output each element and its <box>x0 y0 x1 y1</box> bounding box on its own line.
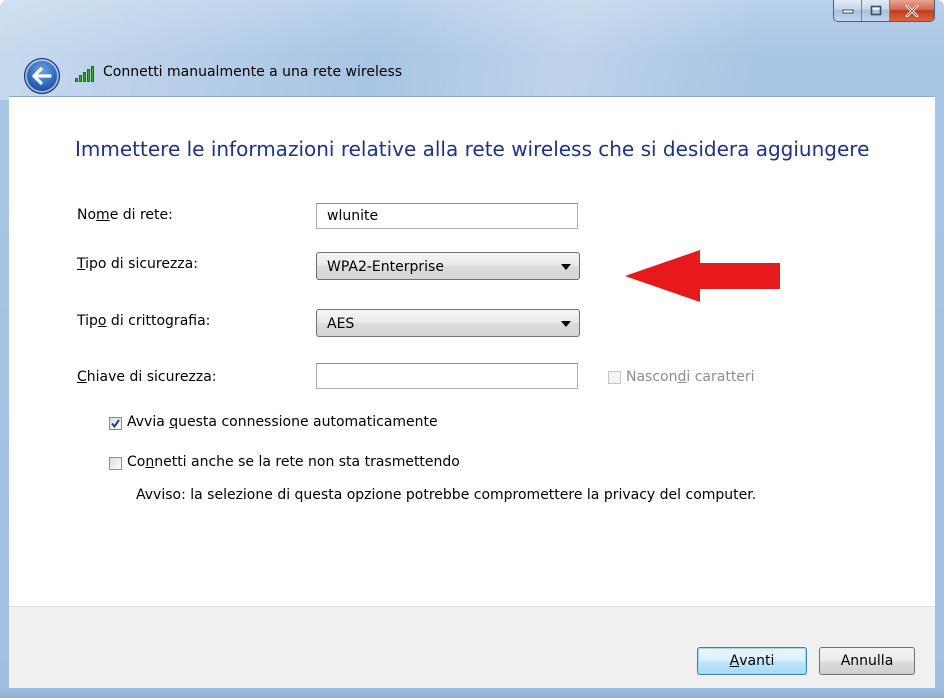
encryption-type-value: AES <box>327 316 355 332</box>
dropdown-arrow-icon <box>561 264 571 270</box>
window-bottom-border <box>0 688 944 698</box>
dialog-content: Immettere le informazioni relative alla … <box>9 96 935 607</box>
hide-characters-checkbox[interactable] <box>608 371 621 384</box>
window-title: Connetti manualmente a una rete wireless <box>103 64 403 80</box>
network-name-input[interactable]: wlunite <box>316 203 578 229</box>
security-key-label: Chiave di sicurezza: <box>77 369 217 385</box>
dialog-footer: Avanti Annulla <box>9 606 935 689</box>
security-type-select[interactable]: WPA2-Enterprise <box>316 252 580 280</box>
back-arrow-icon <box>32 67 52 85</box>
page-heading: Immettere le informazioni relative alla … <box>75 137 870 161</box>
cancel-button[interactable]: Annulla <box>819 647 915 675</box>
back-button[interactable] <box>24 58 60 94</box>
security-type-label: Tipo di sicurezza: <box>77 256 198 272</box>
connect-hidden-checkbox[interactable] <box>109 457 122 470</box>
privacy-warning-text: Avviso: la selezione di questa opzione p… <box>136 487 757 503</box>
encryption-type-label: Tipo di crittografia: <box>77 313 211 329</box>
caption-buttons <box>833 0 935 22</box>
red-arrow-annotation <box>625 250 780 302</box>
maximize-button[interactable] <box>862 0 890 21</box>
network-name-label: Nome di rete: <box>77 207 173 223</box>
title-bar: Connetti manualmente a una rete wireless <box>0 0 944 95</box>
wireless-network-icon <box>75 64 97 82</box>
security-key-input[interactable] <box>316 363 578 389</box>
minimize-button[interactable] <box>834 0 862 21</box>
maximize-icon <box>870 5 881 16</box>
security-type-value: WPA2-Enterprise <box>327 259 444 275</box>
encryption-type-select[interactable]: AES <box>316 309 580 337</box>
close-icon <box>905 4 919 17</box>
checkmark-icon <box>111 419 120 429</box>
auto-connect-checkbox[interactable] <box>109 417 122 430</box>
hide-characters-label: Nascondi caratteri <box>626 369 755 385</box>
close-button[interactable] <box>890 0 934 21</box>
minimize-icon <box>842 9 853 13</box>
connect-hidden-label: Connetti anche se la rete non sta trasme… <box>127 454 460 470</box>
auto-connect-label: Avvia questa connessione automaticamente <box>127 414 438 430</box>
next-button[interactable]: Avanti <box>697 647 807 675</box>
dropdown-arrow-icon <box>561 321 571 327</box>
